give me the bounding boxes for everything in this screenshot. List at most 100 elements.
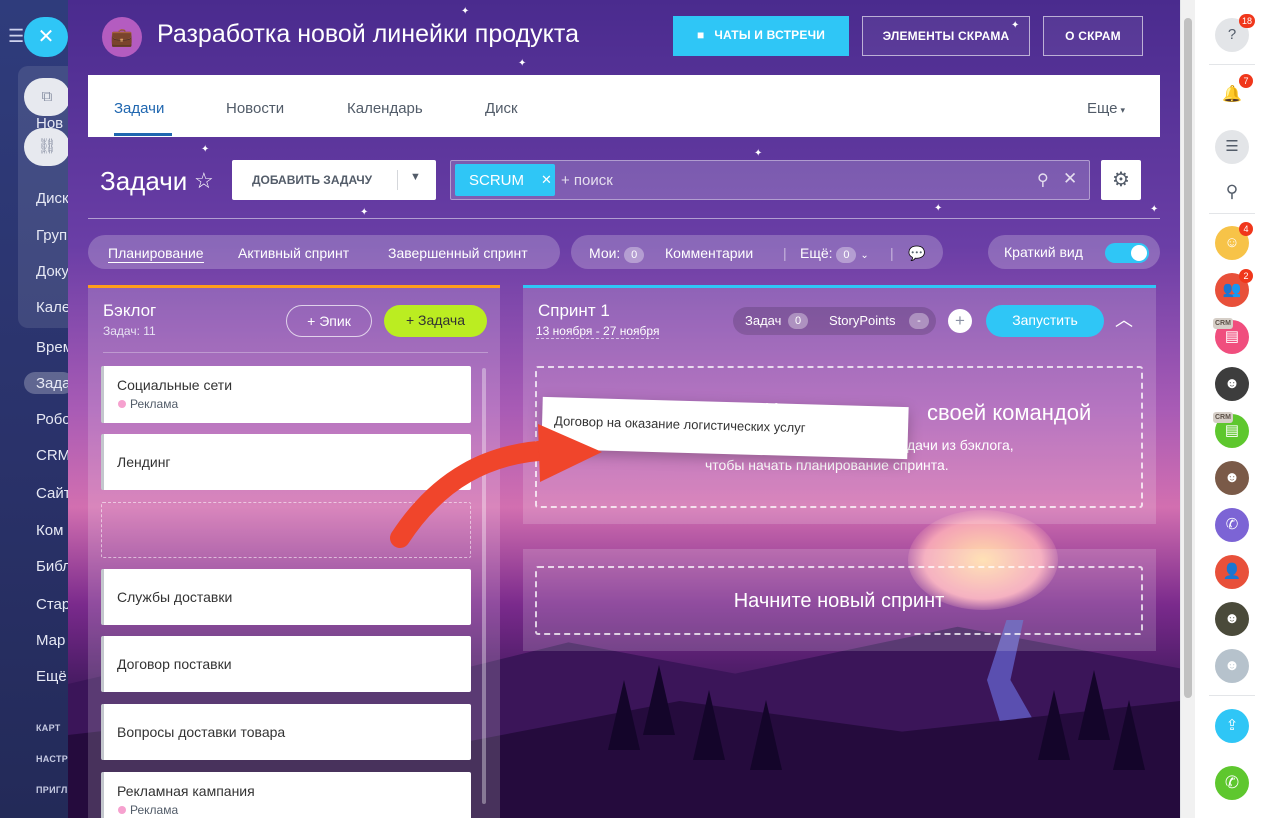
briefcase-icon: 💼 — [102, 17, 142, 57]
nav-item[interactable]: Ещё — [36, 668, 67, 685]
card-tag[interactable]: Реклама — [118, 397, 178, 411]
nav-item[interactable]: Робо — [36, 411, 68, 428]
nav-item[interactable]: CRM — [36, 447, 68, 464]
tab-calendar[interactable]: Календарь — [347, 100, 423, 117]
backlog-card[interactable]: Рекламная кампания Реклама — [101, 772, 471, 818]
add-task-button[interactable]: ДОБАВИТЬ ЗАДАЧУ ▼ — [232, 160, 436, 200]
nav-item[interactable]: Врем — [36, 339, 68, 356]
view-planning[interactable]: Планирование — [108, 245, 204, 263]
nav-item[interactable]: Груп — [36, 227, 67, 244]
sparkle-icon: ✦ — [934, 203, 943, 214]
background-tree — [1113, 700, 1145, 770]
search-input[interactable]: + поиск — [561, 172, 613, 189]
add-task-backlog-button[interactable]: + Задача — [384, 305, 487, 337]
nav-item-tasks[interactable]: Зада — [36, 375, 68, 392]
my-counter[interactable]: Мои: 0 — [589, 245, 645, 263]
start-sprint-button[interactable]: Запустить — [986, 305, 1104, 337]
user-icon[interactable]: 👤 — [1215, 555, 1249, 589]
nav-section-label[interactable]: КАРТ — [36, 723, 61, 733]
nav-item[interactable]: Мар — [36, 632, 65, 649]
more-counter[interactable]: Ещё: 0 ⌄ — [800, 245, 869, 263]
avatar[interactable]: ☻ — [1215, 461, 1249, 495]
toolbar-divider — [88, 218, 1160, 219]
tab-news[interactable]: Новости — [226, 100, 284, 117]
avatar[interactable]: ☻ — [1215, 602, 1249, 636]
close-slider-button[interactable]: ✕ — [24, 17, 68, 57]
view-active-sprint[interactable]: Активный спринт — [238, 245, 349, 261]
help-badge: 18 — [1239, 14, 1256, 28]
messages-icon[interactable]: ☰ — [1215, 130, 1249, 164]
add-epic-button[interactable]: + Эпик — [286, 305, 372, 337]
sparkle-icon: ✦ — [1150, 204, 1159, 215]
avatar[interactable]: ☻ — [1215, 367, 1249, 401]
clear-search-icon[interactable]: ✕ — [1063, 169, 1077, 189]
background-tree — [643, 665, 675, 735]
backlog-count: Задач: 11 — [103, 324, 156, 338]
drag-arrow-icon — [390, 424, 602, 548]
tab-more-label: Еще — [1087, 100, 1118, 117]
link-icon[interactable]: ⛓ — [24, 128, 68, 166]
filter-tag-scrum[interactable]: SCRUM ✕ — [455, 164, 555, 196]
card-tag[interactable]: Реклама — [118, 803, 178, 817]
chat-check-icon[interactable]: 💬 — [908, 245, 925, 262]
brief-view-label: Краткий вид — [1004, 244, 1083, 260]
menu-icon[interactable]: ☰ — [8, 26, 24, 47]
search-icon[interactable]: ⚲ — [1215, 175, 1249, 209]
settings-gear-button[interactable]: ⚙ — [1101, 160, 1141, 200]
nav-item[interactable]: Ком — [36, 522, 63, 539]
backlog-card[interactable]: Социальные сети Реклама — [101, 366, 471, 423]
backlog-card[interactable]: Вопросы доставки товара — [101, 704, 471, 760]
backlog-card[interactable]: Договор поставки — [101, 636, 471, 692]
background-tree — [750, 700, 782, 770]
filter-tag-label: SCRUM — [469, 172, 524, 189]
crm-label: CRM — [1213, 412, 1233, 423]
nav-item[interactable]: Кале — [36, 299, 68, 316]
dropzone-hint-2: чтобы начать планирование спринта. — [705, 457, 949, 473]
chats-meetings-button[interactable]: ■ ЧАТЫ И ВСТРЕЧИ — [673, 16, 849, 56]
new-sprint-button[interactable]: Начните новый спринт — [535, 566, 1143, 635]
phone-call-icon[interactable]: ✆ — [1215, 508, 1249, 542]
nav-item[interactable]: Диск — [36, 190, 68, 207]
caret-down-icon[interactable]: ▼ — [410, 171, 421, 183]
nav-item[interactable]: Сайт — [36, 485, 68, 502]
view-completed-sprint[interactable]: Завершенный спринт — [388, 245, 528, 261]
card-title: Вопросы доставки товара — [117, 724, 286, 740]
scrum-elements-button[interactable]: ЭЛЕМЕНТЫ СКРАМА — [862, 16, 1030, 56]
brief-view-toggle[interactable] — [1105, 243, 1149, 263]
sprint-title[interactable]: Спринт 1 — [538, 301, 610, 321]
favorite-star-icon[interactable]: ☆ — [194, 168, 214, 194]
nav-item[interactable]: Доку — [36, 263, 68, 280]
tab-disk[interactable]: Диск — [485, 100, 518, 117]
divider — [1209, 213, 1255, 214]
nav-item[interactable]: Стар — [36, 596, 68, 613]
tab-more[interactable]: Еще ▾ — [1087, 100, 1125, 117]
chats-meetings-label: ЧАТЫ И ВСТРЕЧИ — [714, 28, 826, 42]
screen-share-icon[interactable]: ⇪ — [1215, 709, 1249, 743]
nav-section-label[interactable]: ПРИГЛ — [36, 785, 68, 795]
sprint-dates[interactable]: 13 ноября - 27 ноября — [536, 324, 660, 339]
backlog-card[interactable]: Службы доставки — [101, 569, 471, 625]
project-title: Разработка новой линейки продукта — [157, 20, 579, 48]
page-title: Задачи — [100, 166, 188, 196]
video-camera-icon: ■ — [696, 28, 705, 42]
about-scrum-button[interactable]: О СКРАМ — [1043, 16, 1143, 56]
card-tag-label: Реклама — [130, 397, 179, 411]
nav-section-label[interactable]: НАСТР — [36, 754, 68, 764]
add-task-sprint-button[interactable]: + — [948, 309, 972, 333]
phone-icon[interactable]: ✆ — [1215, 766, 1249, 800]
gear-icon: ⚙ — [1112, 169, 1130, 191]
tab-tasks[interactable]: Задачи — [114, 100, 164, 117]
backlog-divider — [103, 352, 488, 353]
background-tree — [1078, 670, 1110, 740]
comments-counter[interactable]: Комментарии — [665, 245, 753, 261]
sparkle-icon: ✦ — [461, 6, 470, 17]
avatar[interactable]: ☻ — [1215, 649, 1249, 683]
scrollbar-thumb[interactable] — [1184, 18, 1192, 698]
collapse-chevron-icon[interactable]: ︿ — [1115, 306, 1133, 332]
page-scrollbar[interactable] — [1181, 0, 1195, 818]
search-icon[interactable]: ⚲ — [1037, 170, 1049, 190]
search-filter[interactable]: SCRUM ✕ + поиск ⚲ ✕ — [450, 160, 1090, 200]
remove-tag-icon[interactable]: ✕ — [541, 172, 552, 188]
open-external-icon[interactable]: ⧉ — [24, 78, 68, 116]
nav-item[interactable]: Библ — [36, 558, 68, 575]
